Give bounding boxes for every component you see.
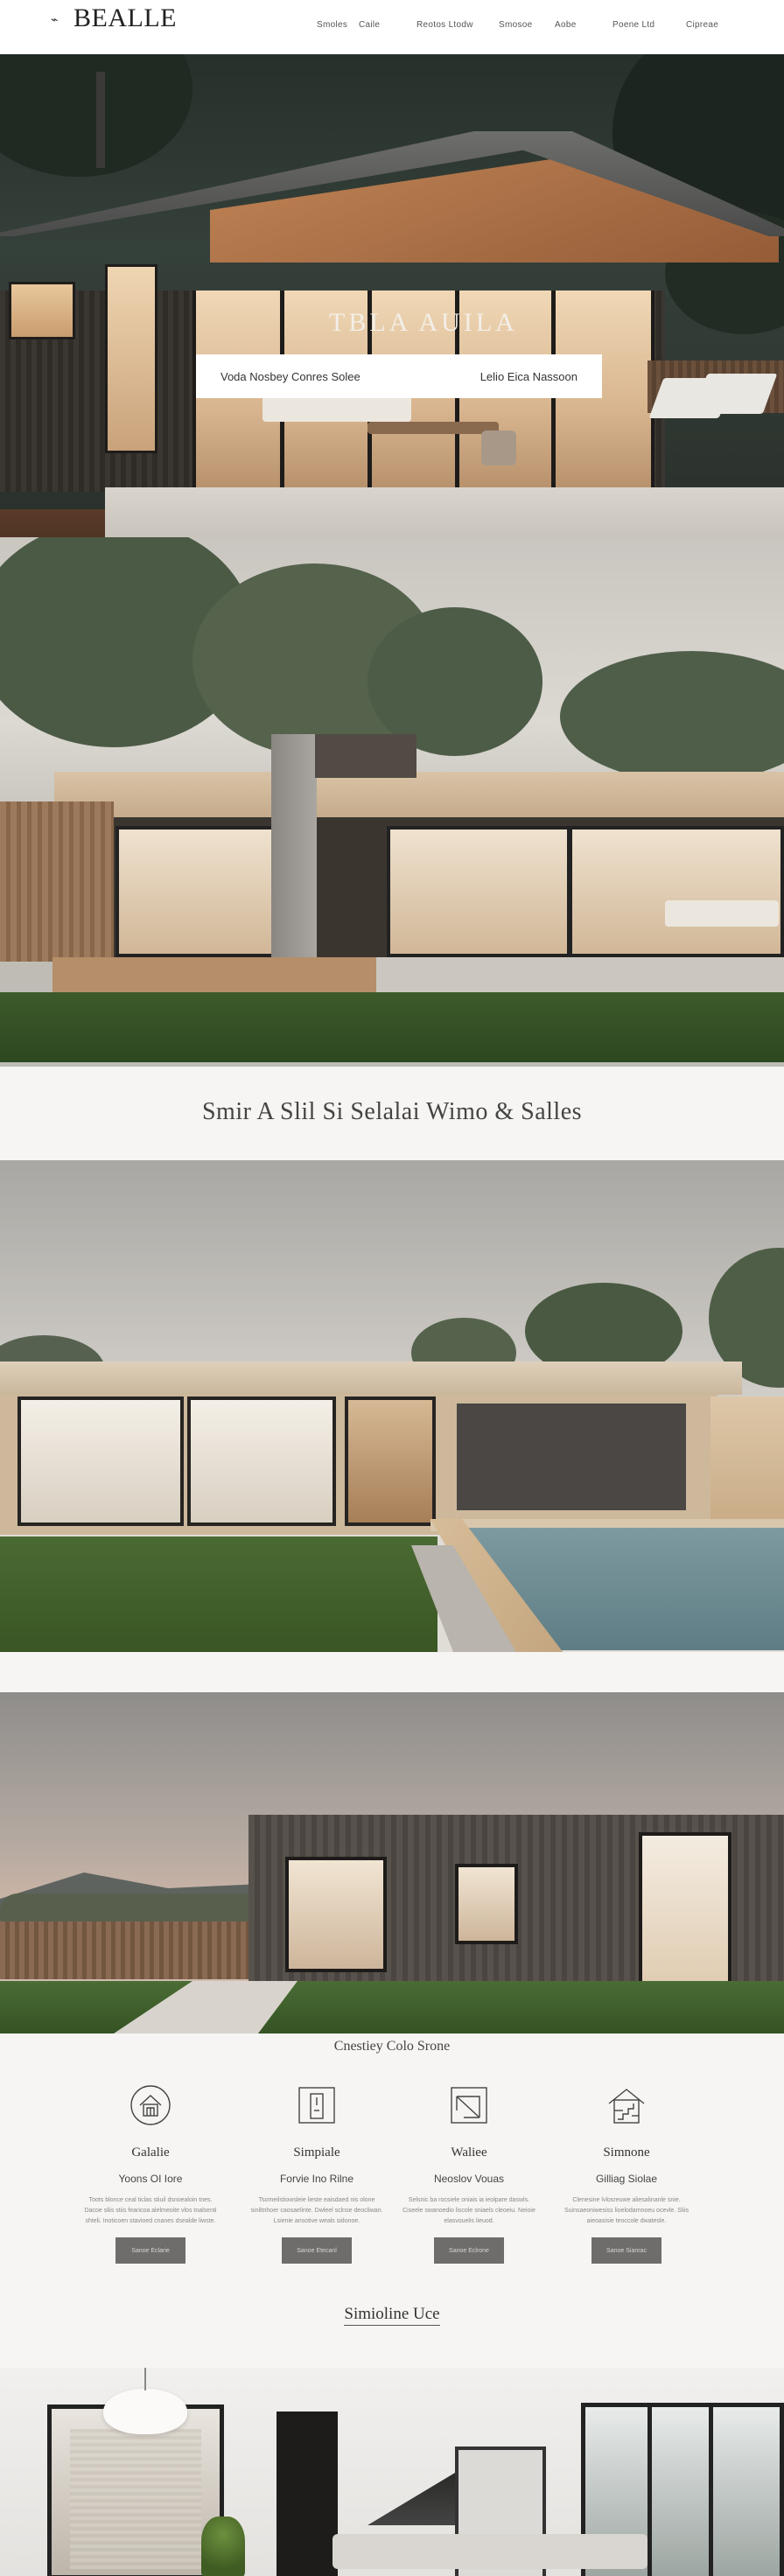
house-icon (130, 2085, 171, 2125)
house-photo-4 (0, 1692, 784, 2034)
nav-item-6[interactable]: Poene Ltd (612, 20, 654, 30)
feature-description: Selsnic ba rocsiele oniais ia ieolpare d… (402, 2197, 536, 2224)
feature-subtitle: Forvie Ino Rilne (279, 2173, 354, 2185)
house-photo-2 (0, 537, 784, 1067)
feature-button[interactable]: Sanoe Etecanl (282, 2237, 352, 2264)
site-header: ⌁ BEALLE Smoles Caile Reotos Ltodw Smoso… (0, 0, 784, 55)
nav-item-2[interactable]: Caile (359, 20, 380, 30)
cta-link-label: Simioline Uce (344, 2305, 440, 2326)
feature-button[interactable]: Sanoe Eclrone (434, 2237, 504, 2264)
feature-subtitle: Yoons OI Iore (118, 2173, 183, 2185)
feature-card-4: Simnone Gilliag Siolae Clenesine lvlosre… (556, 2084, 696, 2264)
interior-photo (0, 2368, 784, 2576)
nav-item-1[interactable]: Smoles (317, 20, 347, 30)
feature-card-2: Simpiale Forvie Ino Rilne Tsomeilstiowsl… (247, 2084, 387, 2264)
nav-item-3[interactable]: Reotos Ltodw (416, 20, 473, 30)
nav-item-4[interactable]: Smosoe (499, 20, 533, 30)
feature-description: Toots blonce ceal ticlas stiuil dsnoealo… (84, 2197, 217, 2224)
logo[interactable]: BEALLE (74, 4, 177, 33)
features-title: Cnestiey Colo Srone (333, 2039, 451, 2054)
logo-mark-icon: ⌁ (51, 12, 59, 26)
feature-card-1: Galalie Yoons OI Iore Toots blonce ceal … (80, 2084, 220, 2264)
feature-subtitle: Gilliag Siolae (595, 2173, 658, 2185)
cta-link[interactable]: Simioline Uce (0, 2305, 784, 2326)
hero-overlay-bar: Voda Nosbey Conres Solee Lelio Eica Nass… (196, 354, 602, 398)
feature-name: Simnone (603, 2146, 650, 2160)
feature-name: Simpiale (293, 2146, 340, 2160)
feature-name: Waliee (451, 2146, 487, 2160)
feature-card-3: Waliee Neoslov Vouas Selsnic ba rocsiele… (399, 2084, 539, 2264)
hero-photo: TBLA AUILA Voda Nosbey Conres Solee Leli… (0, 54, 784, 537)
door-icon (298, 2087, 335, 2124)
hero-overlay-left[interactable]: Voda Nosbey Conres Solee (220, 370, 360, 383)
staircase-icon (608, 2089, 645, 2124)
feature-name: Galalie (131, 2146, 170, 2160)
hero-overlay-right[interactable]: Lelio Eica Nassoon (480, 370, 578, 383)
feature-button[interactable]: Sanoe Sianrac (592, 2237, 662, 2264)
hero-title: TBLA AUILA (329, 308, 518, 337)
feature-description: Clenesine lvlosreuwe aliesalinanle snie.… (564, 2197, 690, 2224)
nav-item-5[interactable]: Aobe (555, 20, 577, 30)
window-frame-icon (451, 2087, 487, 2124)
feature-description: Tsomeilstiowsleie lieste eaisdaed nis ol… (250, 2197, 383, 2224)
nav-item-7[interactable]: Cipreae (686, 20, 718, 30)
house-photo-3 (0, 1160, 784, 1652)
tagline: Smir A Slil Si Selalai Wimo & Salles (201, 1098, 583, 1125)
feature-button[interactable]: Sanoe Eclarie (116, 2237, 186, 2264)
feature-subtitle: Neoslov Vouas (433, 2173, 505, 2185)
